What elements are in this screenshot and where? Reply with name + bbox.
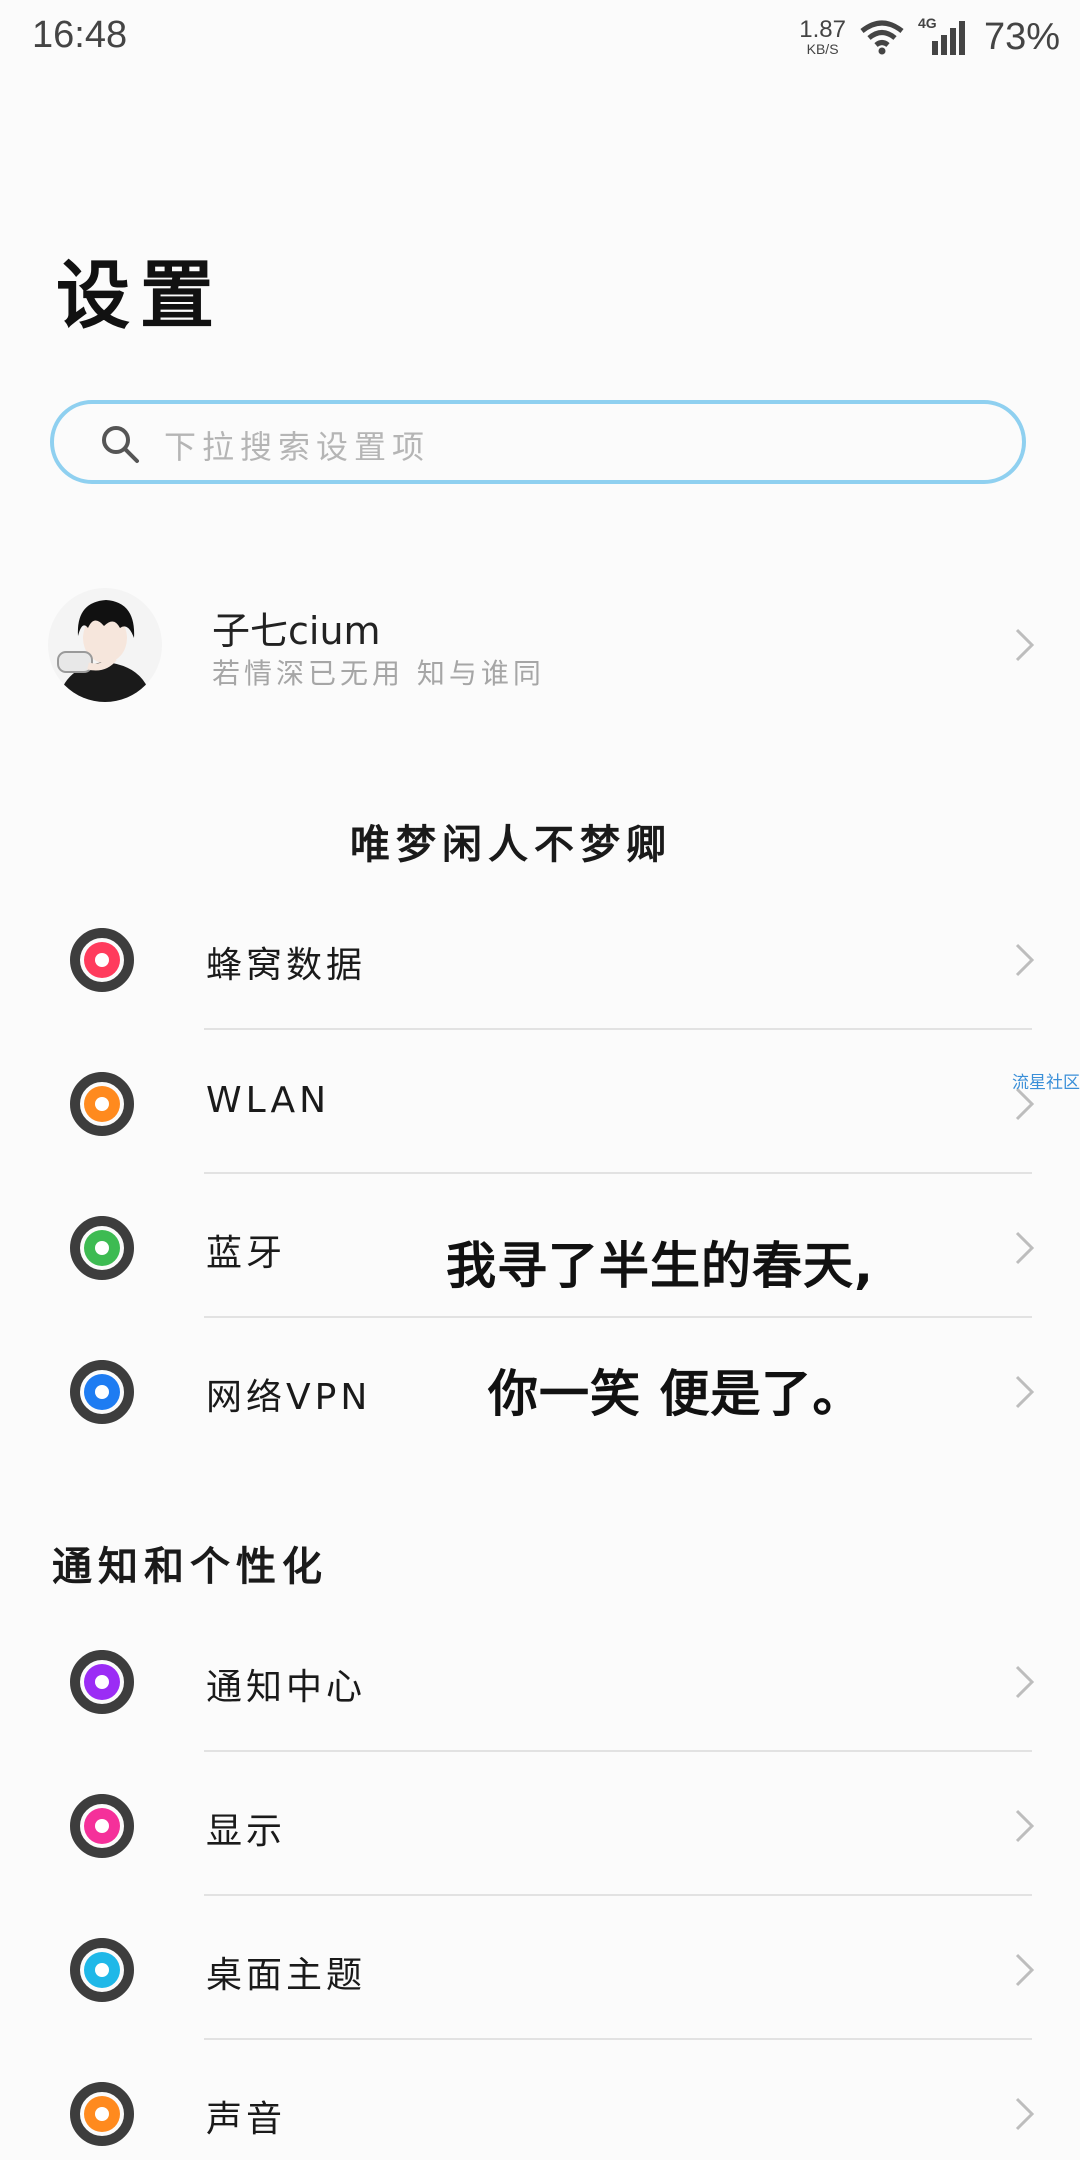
settings-item-desktop-theme[interactable]: 桌面主题 (0, 1896, 1080, 2040)
overlay-quote-line-1: 我寻了半生的春天, (446, 1237, 874, 1295)
chevron-right-icon (1015, 1375, 1035, 1409)
settings-item-label: 声音 (206, 2099, 287, 2140)
settings-item-label: 桌面主题 (206, 1955, 367, 1996)
settings-item-label: 蓝牙 (206, 1233, 287, 1274)
overlay-quote-line-2: 你一笑 便是了。 (488, 1365, 864, 1423)
network-speed: 1.87 KB/S (799, 16, 846, 57)
chevron-right-icon (1015, 943, 1035, 977)
status-bar: 16:48 1.87 KB/S 4G 73% (0, 0, 1080, 72)
chevron-right-icon (1015, 628, 1035, 662)
sound-icon (70, 2082, 134, 2146)
chevron-right-icon (1015, 2097, 1035, 2131)
display-icon (70, 1794, 134, 1858)
battery-percentage: 73% (983, 15, 1060, 58)
wlan-icon (70, 1072, 134, 1136)
settings-item-cellular-data[interactable]: 蜂窝数据 (0, 886, 1080, 1030)
network-speed-unit: KB/S (806, 41, 839, 57)
settings-item-label: 蜂窝数据 (206, 945, 367, 986)
settings-item-label: WLAN (206, 1080, 331, 1121)
search-placeholder: 下拉搜索设置项 (164, 428, 431, 466)
status-time: 16:48 (32, 14, 128, 56)
chevron-right-icon (1015, 1809, 1035, 1843)
settings-item-label: 通知中心 (206, 1667, 367, 1708)
search-bar[interactable]: 下拉搜索设置项 (50, 400, 1026, 484)
notification-center-icon (70, 1650, 134, 1714)
avatar (48, 588, 162, 702)
vpn-icon (70, 1360, 134, 1424)
profile-name: 子七cium (212, 609, 381, 653)
page-title: 设置 (56, 253, 224, 339)
cellular-signal-icon: 4G (918, 15, 970, 57)
status-icons: 1.87 KB/S 4G 73% (799, 12, 1060, 62)
account-profile-row[interactable]: 子七cium 若情深已无用 知与谁同 (0, 580, 1080, 710)
profile-signature: 若情深已无用 知与谁同 (212, 657, 545, 690)
chevron-right-icon (1015, 1953, 1035, 1987)
settings-item-label: 显示 (206, 1811, 287, 1852)
settings-item-wlan[interactable]: WLAN (0, 1030, 1080, 1174)
watermark: 流星社区 (1012, 1073, 1080, 1093)
settings-item-display[interactable]: 显示 (0, 1752, 1080, 1896)
section-title-connections: 唯梦闲人不梦卿 (350, 822, 672, 868)
wifi-icon (860, 20, 904, 55)
section-title-notifications: 通知和个性化 (52, 1544, 328, 1590)
settings-item-notification-center[interactable]: 通知中心 (0, 1608, 1080, 1752)
bluetooth-icon (70, 1216, 134, 1280)
chevron-right-icon (1015, 1665, 1035, 1699)
chevron-right-icon (1015, 1231, 1035, 1265)
cellular-data-icon (70, 928, 134, 992)
settings-item-label: 网络VPN (206, 1377, 372, 1418)
network-speed-value: 1.87 (799, 16, 846, 43)
settings-item-sound[interactable]: 声音 (0, 2040, 1080, 2160)
desktop-theme-icon (70, 1938, 134, 2002)
search-icon (102, 426, 139, 463)
